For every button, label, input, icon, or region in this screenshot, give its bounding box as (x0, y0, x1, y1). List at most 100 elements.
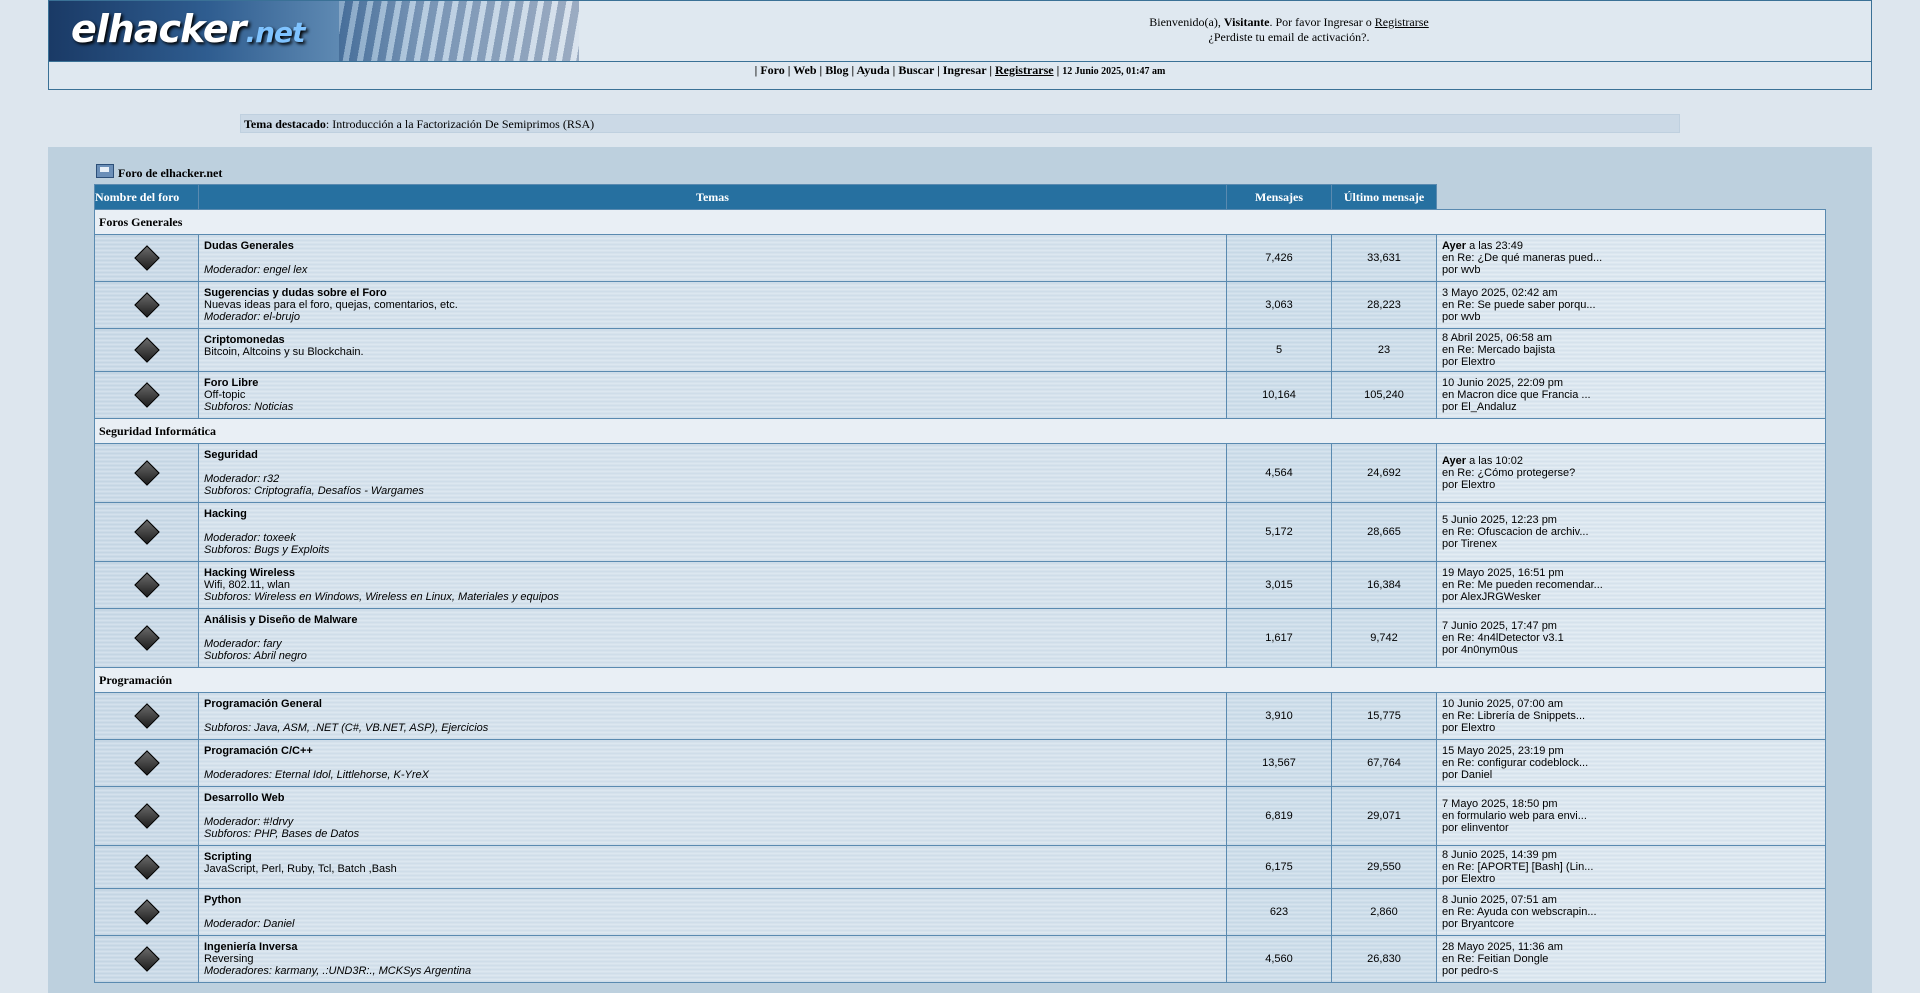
forum-name[interactable]: Seguridad (204, 449, 1221, 461)
forum-table: Nombre del foro Temas Mensajes Último me… (94, 184, 1826, 983)
last-post-author[interactable]: por Elextro (1442, 356, 1820, 368)
forum-subforums[interactable]: Subforos: Noticias (204, 401, 1221, 413)
logo-decoration (339, 1, 579, 61)
last-post-author[interactable]: por pedro-s (1442, 965, 1820, 977)
featured-link[interactable]: : Introducción a la Factorización De Sem… (326, 117, 594, 131)
last-post-time: 10 Junio 2025, 22:09 pm (1442, 377, 1564, 389)
last-post-time: 5 Junio 2025, 12:23 pm (1442, 514, 1557, 526)
category-title[interactable]: Foros Generales (94, 209, 1826, 235)
last-post-author[interactable]: por Tirenex (1442, 538, 1820, 550)
last-post-topic[interactable]: en Re: [APORTE] [Bash] (Lin... (1442, 861, 1820, 873)
last-post-author[interactable]: por Elextro (1442, 873, 1820, 885)
forum-info: Sugerencias y dudas sobre el Foro Nuevas … (198, 281, 1227, 329)
last-post-topic[interactable]: en Re: Feitian Dongle (1442, 953, 1820, 965)
forum-row: Python Moderador: Daniel 623 2,860 8 Junio 2… (94, 888, 1826, 936)
forum-moderators[interactable]: Moderador: fary (204, 638, 1221, 650)
forum-moderators[interactable]: Moderador: #!drvy (204, 816, 1221, 828)
forum-name[interactable]: Criptomonedas (204, 334, 1221, 346)
nav-bar: | Foro | Web | Blog | Ayuda | Buscar | I… (754, 63, 1166, 77)
nav-foro[interactable]: Foro (760, 63, 784, 77)
forum-name[interactable]: Python (204, 894, 1221, 906)
forum-name[interactable]: Programación General (204, 698, 1221, 710)
last-post-topic[interactable]: en Re: Ayuda con webscrapin... (1442, 906, 1820, 918)
nav-ayuda[interactable]: Ayuda (857, 63, 890, 77)
forum-topics: 1,617 (1226, 608, 1332, 668)
forum-description-empty (204, 626, 1221, 638)
category-title[interactable]: Programación (94, 667, 1826, 693)
last-post-author[interactable]: por Bryantcore (1442, 918, 1820, 930)
forum-name[interactable]: Sugerencias y dudas sobre el Foro (204, 287, 1221, 299)
forum-name[interactable]: Programación C/C++ (204, 745, 1221, 757)
nav-registrarse[interactable]: Registrarse (995, 63, 1054, 77)
forum-last-post: 19 Mayo 2025, 16:51 pm en Re: Me pueden r… (1436, 561, 1826, 609)
last-post-author[interactable]: por Elextro (1442, 479, 1820, 491)
forum-moderators[interactable]: Moderador: engel lex (204, 264, 1221, 276)
last-post-author[interactable]: por Elextro (1442, 722, 1820, 734)
last-post-author[interactable]: por wvb (1442, 311, 1820, 323)
last-post-date: Ayer a las 10:02 (1442, 455, 1820, 467)
forum-moderators[interactable]: Moderadores: Eternal Idol, Littlehorse, … (204, 769, 1221, 781)
forum-name[interactable]: Foro Libre (204, 377, 1221, 389)
forum-name[interactable]: Hacking Wireless (204, 567, 1221, 579)
last-post-time: 28 Mayo 2025, 11:36 am (1442, 941, 1563, 953)
category-title[interactable]: Seguridad Informática (94, 418, 1826, 444)
last-post-date: 8 Junio 2025, 14:39 pm (1442, 849, 1820, 861)
last-post-author[interactable]: por AlexJRGWesker (1442, 591, 1820, 603)
forum-posts: 2,860 (1331, 888, 1437, 936)
forum-status-icon (133, 702, 160, 729)
forum-name[interactable]: Ingeniería Inversa (204, 941, 1221, 953)
nav-buscar[interactable]: Buscar (898, 63, 934, 77)
last-post-topic[interactable]: en Re: 4n4lDetector v3.1 (1442, 632, 1820, 644)
forum-info: Análisis y Diseño de Malware Moderador: f… (198, 608, 1227, 668)
forum-moderators[interactable]: Moderador: r32 (204, 473, 1221, 485)
last-post-time: 8 Junio 2025, 07:51 am (1442, 894, 1557, 906)
forum-subforums[interactable]: Subforos: PHP, Bases de Datos (204, 828, 1221, 840)
last-post-author[interactable]: por Daniel (1442, 769, 1820, 781)
site-logo[interactable]: elhacker.net (49, 1, 579, 61)
last-post-time: a las 23:49 (1466, 240, 1523, 252)
forum-row: Seguridad Moderador: r32 Subforos: Criptog… (94, 443, 1826, 503)
register-link[interactable]: Registrarse (1375, 15, 1429, 29)
forum-name[interactable]: Hacking (204, 508, 1221, 520)
last-post-topic[interactable]: en Re: configurar codeblock... (1442, 757, 1820, 769)
last-post-topic[interactable]: en Macron dice que Francia ... (1442, 389, 1820, 401)
forum-name[interactable]: Scripting (204, 851, 1221, 863)
last-post-topic[interactable]: en Re: Se puede saber porqu... (1442, 299, 1820, 311)
last-post-topic[interactable]: en Re: Mercado bajista (1442, 344, 1820, 356)
nav-web[interactable]: Web (793, 63, 816, 77)
forum-status-cell (94, 845, 199, 889)
forum-moderators[interactable]: Moderadores: karmany, .:UND3R:., MCKSys … (204, 965, 1221, 977)
breadcrumb-link[interactable]: Foro de elhacker.net (118, 166, 222, 180)
forum-info: Criptomonedas Bitcoin, Altcoins y su Bloc… (198, 328, 1227, 372)
forum-moderators[interactable]: Moderador: Daniel (204, 918, 1221, 930)
forum-moderators[interactable]: Moderador: el-brujo (204, 311, 1221, 323)
last-post-author[interactable]: por elinventor (1442, 822, 1820, 834)
nav-blog[interactable]: Blog (825, 63, 848, 77)
last-post-topic[interactable]: en Re: Librería de Snippets... (1442, 710, 1820, 722)
forum-name[interactable]: Dudas Generales (204, 240, 1221, 252)
last-post-author[interactable]: por El_Andaluz (1442, 401, 1820, 413)
forum-name[interactable]: Análisis y Diseño de Malware (204, 614, 1221, 626)
forum-topics: 4,564 (1226, 443, 1332, 503)
forum-status-cell (94, 739, 199, 787)
forum-name[interactable]: Desarrollo Web (204, 792, 1221, 804)
last-post-author[interactable]: por wvb (1442, 264, 1820, 276)
forum-subforums[interactable]: Subforos: Abril negro (204, 650, 1221, 662)
forum-subforums[interactable]: Subforos: Java, ASM, .NET (C#, VB.NET, A… (204, 722, 1221, 734)
last-post-topic[interactable]: en formulario web para envi... (1442, 810, 1820, 822)
forum-subforums[interactable]: Subforos: Criptografía, Desafíos - Warga… (204, 485, 1221, 497)
forum-row: Scripting JavaScript, Perl, Ruby, Tcl, Ba… (94, 845, 1826, 889)
last-post-topic[interactable]: en Re: ¿Cómo protegerse? (1442, 467, 1820, 479)
last-post-topic[interactable]: en Re: Me pueden recomendar... (1442, 579, 1820, 591)
activation-link[interactable]: ¿Perdiste tu email de activación?. (1209, 30, 1370, 44)
last-post-topic[interactable]: en Re: Ofuscacion de archiv... (1442, 526, 1820, 538)
nav-ingresar[interactable]: Ingresar (943, 63, 987, 77)
forum-subforums[interactable]: Subforos: Wireless en Windows, Wireless … (204, 591, 1221, 603)
forum-info: Seguridad Moderador: r32 Subforos: Criptog… (198, 443, 1227, 503)
forum-moderators[interactable]: Moderador: toxeek (204, 532, 1221, 544)
last-post-author[interactable]: por 4n0nym0us (1442, 644, 1820, 656)
forum-row: Programación C/C++ Moderadores: Eternal I… (94, 739, 1826, 787)
last-post-topic[interactable]: en Re: ¿De qué maneras pued... (1442, 252, 1820, 264)
current-date: 12 Junio 2025, 01:47 am (1062, 66, 1166, 77)
forum-subforums[interactable]: Subforos: Bugs y Exploits (204, 544, 1221, 556)
